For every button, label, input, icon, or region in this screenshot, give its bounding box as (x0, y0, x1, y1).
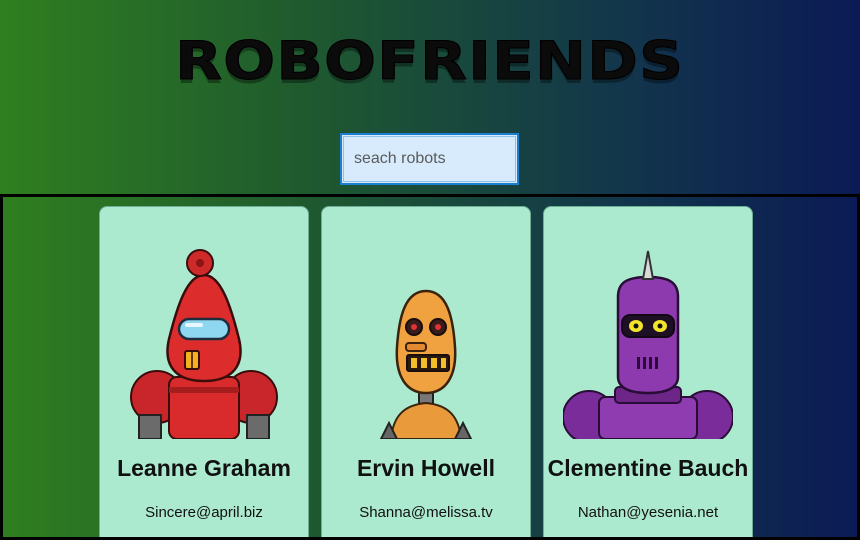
robot-email: Shanna@melissa.tv (359, 504, 493, 521)
robot-avatar-red (100, 247, 308, 439)
card-list-scroll-region[interactable]: Leanne Graham Sincere@april.biz Ervin Ho… (0, 194, 860, 540)
robot-avatar-purple (544, 247, 752, 439)
robot-card[interactable]: Clementine Bauch Nathan@yesenia.net (543, 206, 753, 537)
robot-card[interactable]: Ervin Howell Shanna@melissa.tv (321, 206, 531, 537)
orange-robot-image (379, 289, 473, 439)
search-input[interactable] (340, 133, 519, 185)
robot-name: Clementine Bauch (547, 455, 749, 481)
robot-name: Leanne Graham (117, 455, 291, 481)
purple-robot-image (563, 250, 733, 439)
app-title: ROBOFRIENDS (175, 30, 685, 92)
title-container: ROBOFRIENDS (0, 28, 860, 94)
robot-name: Ervin Howell (356, 455, 496, 481)
robot-email: Nathan@yesenia.net (577, 504, 719, 521)
robot-email: Sincere@april.biz (145, 504, 263, 521)
robot-avatar-orange (322, 247, 530, 439)
robot-card[interactable]: Leanne Graham Sincere@april.biz (99, 206, 309, 537)
red-robot-image (130, 249, 278, 439)
